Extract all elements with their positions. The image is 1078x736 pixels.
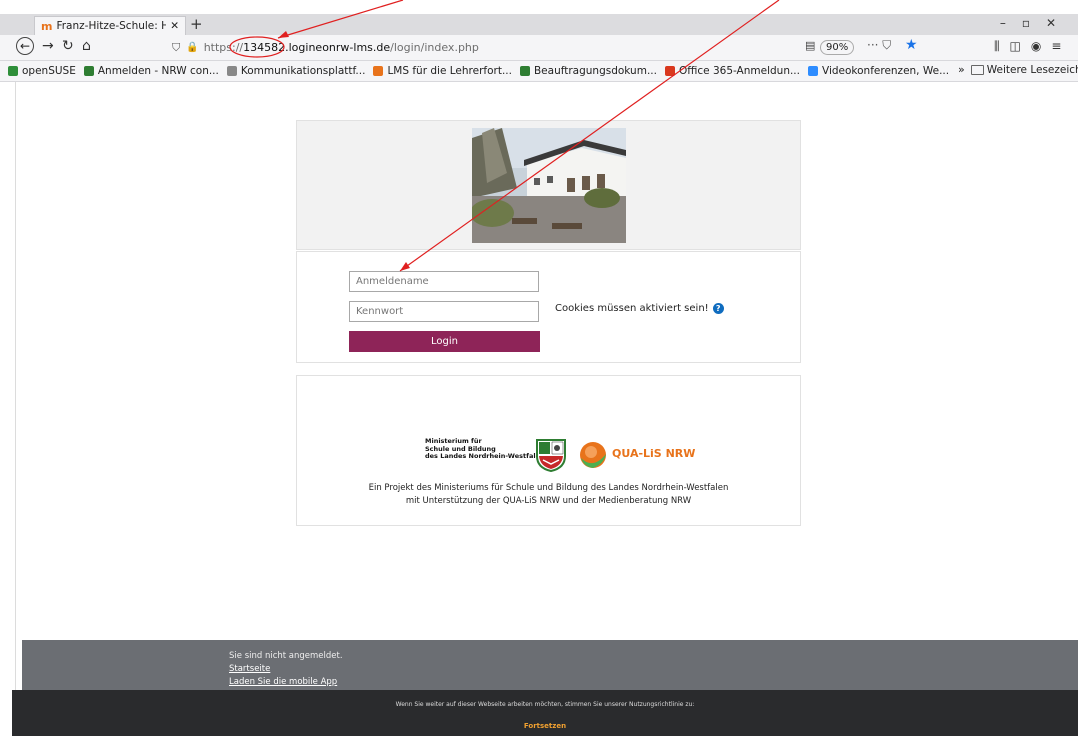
bookmark-item[interactable]: Office 365-Anmeldun... — [664, 65, 800, 77]
bookmarks-more[interactable]: » Weitere Lesezeichen — [958, 63, 1078, 76]
home-link[interactable]: Startseite — [229, 664, 270, 674]
more-bookmarks-label: Weitere Lesezeichen — [986, 63, 1078, 76]
bookmark-item[interactable]: Anmelden - NRW con... — [83, 65, 219, 77]
bookmark-favicon-icon — [8, 66, 18, 76]
reader-view-icon[interactable]: ▤ — [805, 39, 815, 52]
forward-arrow-icon[interactable]: → — [42, 38, 54, 54]
close-tab-icon[interactable]: ✕ — [170, 20, 179, 32]
folder-icon — [970, 64, 984, 75]
qua-lis-logo-icon — [578, 440, 608, 470]
bookmark-star-icon[interactable]: ★ — [905, 37, 918, 53]
password-input[interactable] — [349, 301, 539, 322]
page-actions-icon[interactable]: ··· ⛉ — [867, 38, 891, 53]
username-input[interactable] — [349, 271, 539, 292]
annotation-overlay — [229, 0, 780, 272]
page-left-border — [15, 82, 16, 690]
nrw-crest-icon — [535, 438, 567, 473]
window-controls[interactable]: –▫✕ — [1000, 16, 1072, 30]
bookmark-favicon-icon — [519, 66, 530, 76]
continue-button[interactable]: Fortsetzen — [12, 722, 1078, 730]
bookmark-favicon-icon — [83, 66, 94, 76]
bookmark-label: openSUSE — [22, 65, 76, 77]
cookies-notice-text: Cookies müssen aktiviert sein! — [555, 303, 709, 314]
login-status-text: Sie sind nicht angemeldet. — [229, 651, 343, 661]
zoom-level[interactable]: 90% — [820, 40, 855, 55]
chevron-right-icon[interactable]: » — [958, 63, 965, 76]
reload-icon[interactable]: ↻ — [62, 38, 74, 54]
bookmark-favicon-icon — [808, 66, 818, 76]
project-description-line-2: mit Unterstützung der QUA-LiS NRW und de… — [405, 496, 692, 506]
bookmark-favicon-icon — [664, 66, 675, 76]
bookmark-label: Kommunikationsplattf... — [240, 65, 366, 77]
bookmark-item[interactable]: Kommunikationsplattf... — [226, 65, 366, 77]
shield-icon[interactable]: ⛉ — [172, 41, 180, 55]
cookies-notice: Cookies müssen aktiviert sein! ? — [555, 303, 724, 314]
bookmark-label: Videokonferenzen, We... — [822, 65, 950, 77]
bookmark-favicon-icon — [373, 66, 384, 76]
home-icon[interactable]: ⌂ — [82, 38, 91, 54]
policy-consent-text: Wenn Sie weiter auf dieser Webseite arbe… — [395, 701, 695, 708]
annotation-cropped-text — [0, 0, 1078, 14]
bookmark-item[interactable]: Videokonferenzen, We... — [808, 65, 949, 77]
back-arrow-icon[interactable]: ← — [16, 37, 34, 55]
new-tab-button[interactable]: + — [190, 15, 203, 33]
tab-title: Franz-Hitze-Schule: Hier — [56, 20, 167, 32]
bookmark-item[interactable]: openSUSE — [8, 65, 76, 77]
help-icon[interactable]: ? — [712, 303, 724, 314]
url-scheme: https:// — [203, 41, 244, 54]
bookmark-label: Beauftragungsdokum... — [533, 65, 657, 77]
school-photo — [472, 128, 626, 243]
bookmarks-bar: openSUSE Anmelden - NRW con... Kommunikati… — [0, 61, 1078, 82]
bookmark-item[interactable]: Beauftragungsdokum... — [519, 65, 657, 77]
bookmark-favicon-icon — [226, 66, 237, 76]
ministry-line-3: des Landes Nordrhein-Westfalen — [425, 452, 545, 460]
browser-tab[interactable]: m Franz-Hitze-Schule: Hier ✕ — [34, 16, 186, 35]
bookmark-label: Anmelden - NRW con... — [97, 65, 219, 77]
bookmark-label: Office 365-Anmeldun... — [678, 65, 800, 77]
login-button[interactable]: Login — [349, 331, 540, 352]
qua-lis-logo-text: QUA-LiS NRW — [612, 447, 695, 460]
bookmark-label: LMS für die Lehrerfort... — [387, 65, 512, 77]
lock-icon[interactable]: 🔒 — [186, 42, 198, 53]
project-description-line-1: Ein Projekt des Ministeriums für Schule … — [368, 483, 729, 493]
ministry-logo-text: Ministerium für Schule und Bildung des L… — [425, 437, 545, 461]
url-host: 134582.logineonrw-lms.de — [243, 41, 391, 54]
moodle-favicon-icon: m — [41, 19, 53, 33]
bookmark-item[interactable]: LMS für die Lehrerfort... — [373, 65, 512, 77]
mobile-app-link[interactable]: Laden Sie die mobile App — [229, 677, 337, 687]
url-path: /login/index.php — [390, 41, 479, 54]
qua-nrw-name: NRW — [665, 447, 696, 460]
toolbar-icons[interactable]: ⫼◫◉≡ — [994, 39, 1071, 54]
qua-lis-name: QUA-LiS — [612, 447, 662, 460]
